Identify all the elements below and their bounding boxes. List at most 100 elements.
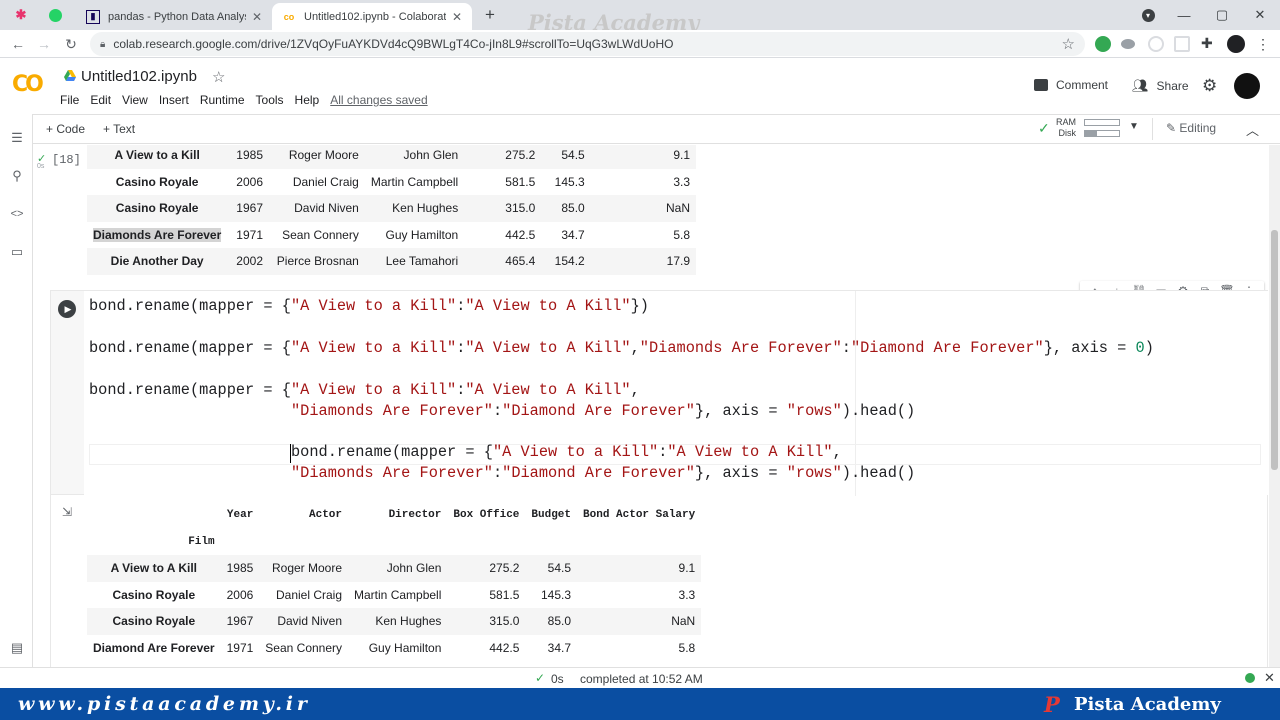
tab-pandas[interactable]: ▮ pandas - Python Data Analysis Li ✕ (76, 3, 272, 30)
close-icon[interactable]: ✕ (252, 10, 262, 24)
code-token: ).head() (841, 464, 916, 482)
forward-icon[interactable]: → (33, 33, 55, 55)
star-icon[interactable]: ☆ (212, 68, 225, 86)
minimize-icon[interactable]: — (1166, 0, 1202, 30)
star-icon[interactable]: ☆ (1062, 35, 1075, 53)
cell-salary: 5.8 (678, 640, 696, 655)
collapse-icon[interactable]: ︿ (1246, 120, 1259, 139)
cell-actor: Roger Moore (269, 145, 365, 169)
profile-avatar[interactable] (1227, 35, 1245, 53)
extension-icon[interactable] (1148, 36, 1164, 52)
pinned-tab-whatsapp[interactable] (42, 4, 68, 26)
back-icon[interactable]: ← (7, 33, 29, 55)
code-token: : (456, 339, 466, 357)
status-time: 0s (551, 672, 564, 686)
cell-box-office: 442.5 (489, 640, 520, 655)
reload-icon[interactable]: ↻ (60, 33, 82, 55)
check-icon: ✓ (1038, 120, 1050, 136)
code-token: }, axis = (694, 464, 787, 482)
pinned-tab-figma[interactable]: ✱ (8, 4, 34, 26)
search-icon[interactable]: ⚲ (8, 167, 26, 185)
menu-bar: File Edit View Insert Runtime Tools Help… (60, 93, 439, 107)
puzzle-icon[interactable]: ✚ (1201, 35, 1213, 52)
save-status[interactable]: All changes saved (330, 93, 427, 107)
cell-salary: 9.1 (590, 145, 696, 169)
menu-insert[interactable]: Insert (159, 93, 189, 107)
table-of-contents-icon[interactable]: ☰ (8, 129, 26, 147)
output-actions-icon[interactable]: ⇲ (62, 505, 72, 519)
editing-mode-button[interactable]: ✎ Editing (1166, 121, 1216, 135)
cell-year: 2006 (226, 587, 254, 602)
code-cell[interactable]: ▶ bond.rename(mapper = {"A View to a Kil… (50, 290, 1268, 496)
code-token: , (832, 443, 842, 461)
tab-title: pandas - Python Data Analysis Li (108, 10, 246, 23)
pencil-icon: ✎ (1166, 121, 1180, 135)
tab-colab[interactable]: co Untitled102.ipynb - Colaboratory ✕ (272, 3, 472, 30)
avatar[interactable] (1234, 73, 1260, 99)
drive-icon (64, 70, 76, 81)
comment-icon (1034, 79, 1048, 91)
code-token: bond.rename(mapper = { (291, 443, 493, 461)
menu-help[interactable]: Help (295, 93, 320, 107)
tab-search-icon[interactable]: ▾ (1130, 0, 1166, 30)
folder-icon[interactable]: ▭ (8, 243, 26, 261)
cell-actor: Sean Connery (265, 640, 343, 655)
code-snippets-icon[interactable]: <> (8, 205, 26, 223)
comment-label: Comment (1056, 78, 1109, 92)
code-line-4: "Diamonds Are Forever":"Diamond Are Fore… (291, 402, 915, 420)
cell-budget: 85.0 (525, 608, 578, 635)
row-index: A View to a Kill (87, 145, 228, 169)
code-token: : (492, 464, 503, 482)
table-row: Casino Royale 1967 David Niven Ken Hughe… (87, 195, 696, 222)
vertical-scrollbar[interactable] (1269, 145, 1280, 667)
code-token: bond.rename(mapper = { (89, 339, 291, 357)
close-icon[interactable]: ✕ (452, 10, 462, 24)
code-editor[interactable]: bond.rename(mapper = {"A View to a Kill"… (84, 291, 1268, 496)
extension-icon[interactable] (1095, 36, 1111, 52)
code-token: : (456, 381, 466, 399)
browser-tab-strip: ✱ ▮ pandas - Python Data Analysis Li ✕ c… (0, 0, 1280, 33)
add-code-button[interactable]: + Code (46, 122, 85, 136)
browser-menu-icon[interactable]: ⋮ (1256, 36, 1270, 53)
cell-box-office: 275.2 (464, 145, 542, 169)
code-string: "rows" (786, 464, 842, 482)
address-bar[interactable]: 🔒︎ colab.research.google.com/drive/1ZVqO… (90, 32, 1085, 56)
code-string: "A View to a Kill" (492, 443, 659, 461)
scrollbar-thumb[interactable] (1271, 230, 1278, 470)
menu-file[interactable]: File (60, 93, 79, 107)
new-tab-button[interactable]: + (480, 5, 500, 25)
code-token: : (658, 443, 668, 461)
share-button[interactable]: 👥︎ Share (1132, 78, 1189, 94)
colab-logo[interactable]: CO (12, 72, 44, 97)
menu-view[interactable]: View (122, 93, 148, 107)
maximize-icon[interactable]: ▢ (1204, 0, 1240, 30)
row-index: A View to A Kill (87, 555, 221, 582)
notebook-title[interactable]: Untitled102.ipynb (81, 68, 197, 85)
menu-runtime[interactable]: Runtime (200, 93, 245, 107)
add-text-button[interactable]: + Text (103, 122, 135, 136)
cell-salary: 5.8 (673, 227, 690, 242)
close-icon[interactable]: ✕ (1264, 670, 1275, 686)
comment-button[interactable]: Comment (1034, 78, 1108, 92)
resource-labels[interactable]: RAM Disk (1056, 117, 1076, 139)
chevron-down-icon[interactable]: ▼ (1129, 121, 1139, 132)
column-header: Actor (309, 509, 343, 522)
menu-edit[interactable]: Edit (90, 93, 111, 107)
code-token: ).head() (841, 402, 916, 420)
code-token: : (492, 402, 503, 420)
editing-label: Editing (1179, 121, 1217, 135)
index-name-row: Film (87, 529, 701, 556)
cell-box-office: 315.0 (447, 608, 526, 635)
extension-icon[interactable] (1174, 36, 1190, 52)
tab-title: Untitled102.ipynb - Colaboratory (304, 10, 446, 23)
extension-cloud-icon[interactable] (1121, 39, 1135, 49)
run-cell-button[interactable]: ▶ (58, 300, 76, 318)
column-header: Box Office (453, 509, 520, 522)
close-window-icon[interactable]: ✕ (1242, 0, 1278, 30)
terminal-icon[interactable]: ▤ (8, 639, 26, 657)
check-icon: ✓ (535, 671, 546, 685)
gear-icon[interactable]: ⚙ (1202, 76, 1217, 96)
exec-time: 0s (37, 163, 45, 170)
code-string: "A View to A Kill" (667, 443, 833, 461)
menu-tools[interactable]: Tools (256, 93, 284, 107)
